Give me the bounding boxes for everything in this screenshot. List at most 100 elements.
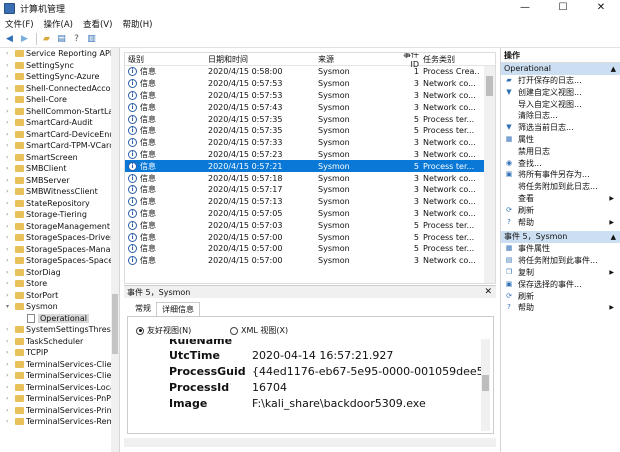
tree-item[interactable]: › StorageManagement	[0, 221, 119, 233]
action-item[interactable]: ▦ 事件属性	[501, 243, 620, 255]
show-hide-tree-icon[interactable]: ▤	[55, 33, 68, 46]
table-row[interactable]: i 信息 2020/4/15 0:57:00 Sysmon 5 Process ter..…	[125, 243, 495, 255]
table-row[interactable]: i 信息 2020/4/15 0:57:43 Sysmon 3 Network co...	[125, 101, 495, 113]
action-item[interactable]: 将任务附加到此日志...	[501, 181, 620, 193]
resize-grip-icon[interactable]	[609, 441, 620, 452]
action-item[interactable]: ▼ 筛选当前日志...	[501, 122, 620, 134]
expand-arrow-icon[interactable]: ›	[6, 221, 8, 233]
collapse-up-icon[interactable]: ▲	[611, 63, 616, 75]
table-row[interactable]: i 信息 2020/4/15 0:57:13 Sysmon 3 Network co...	[125, 196, 495, 208]
expand-arrow-icon[interactable]: ›	[6, 232, 8, 244]
action-item[interactable]: ◉ 查找...	[501, 158, 620, 170]
table-row[interactable]: i 信息 2020/4/15 0:57:53 Sysmon 3 Network co...	[125, 90, 495, 102]
radio-unselected-icon[interactable]	[230, 326, 238, 335]
collapse-up-icon[interactable]: ▲	[611, 231, 616, 243]
expand-arrow-icon[interactable]: ›	[6, 290, 8, 302]
expand-arrow-icon[interactable]: ›	[6, 186, 8, 198]
tree-item[interactable]: › StateRepository	[0, 198, 119, 210]
tree-item[interactable]: › SettingSync-Azure	[0, 71, 119, 83]
back-arrow-icon[interactable]: ◀	[3, 33, 16, 46]
tree-item[interactable]: › SmartScreen	[0, 152, 119, 164]
expand-arrow-icon[interactable]: ›	[6, 175, 8, 187]
tree-item[interactable]: › StorPort	[0, 290, 119, 302]
actions-section-event[interactable]: 事件 5，Sysmon ▲	[501, 231, 620, 244]
close-button[interactable]: ✕	[582, 0, 620, 16]
expand-arrow-icon[interactable]: ›	[6, 106, 8, 118]
tree-item[interactable]: › Service Reporting API	[0, 48, 119, 60]
tree-item[interactable]: › StorDiag	[0, 267, 119, 279]
table-row[interactable]: i 信息 2020/4/15 0:57:18 Sysmon 3 Network co...	[125, 172, 495, 184]
expand-arrow-icon[interactable]: ›	[6, 393, 8, 405]
tree-item-operational[interactable]: Operational	[0, 313, 119, 325]
action-item[interactable]: ? 帮助 ▶	[501, 217, 620, 229]
expand-arrow-icon[interactable]: ›	[6, 255, 8, 267]
expand-arrow-icon[interactable]: ›	[6, 129, 8, 141]
action-item[interactable]: ? 帮助 ▶	[501, 302, 620, 314]
tree-item[interactable]: › StorageSpaces-Driver	[0, 232, 119, 244]
tree-item[interactable]: › Storage-Tiering	[0, 209, 119, 221]
action-item[interactable]: ▣ 将所有事件另存为...	[501, 169, 620, 181]
table-row[interactable]: i 信息 2020/4/15 0:57:17 Sysmon 3 Network co...	[125, 184, 495, 196]
tree-item[interactable]: › SMBServer	[0, 175, 119, 187]
action-item[interactable]: ▰ 打开保存的日志...	[501, 75, 620, 87]
tree-item[interactable]: › TCPIP	[0, 347, 119, 359]
table-row[interactable]: i 信息 2020/4/15 0:57:33 Sysmon 3 Network co...	[125, 137, 495, 149]
action-item[interactable]: 导入自定义视图...	[501, 99, 620, 111]
column-datetime[interactable]: 日期和时间	[208, 54, 318, 65]
expand-arrow-icon[interactable]: ›	[6, 416, 8, 428]
tree-item[interactable]: › SystemSettingsThreshol	[0, 324, 119, 336]
expand-arrow-icon[interactable]: ›	[6, 359, 8, 371]
expand-arrow-icon[interactable]: ›	[6, 209, 8, 221]
action-item[interactable]: 查看 ▶	[501, 193, 620, 205]
table-row[interactable]: i 信息 2020/4/15 0:57:05 Sysmon 3 Network co...	[125, 208, 495, 220]
menu-help[interactable]: 帮助(H)	[117, 18, 157, 30]
tree-item[interactable]: › TerminalServices-Client	[0, 370, 119, 382]
tree-item[interactable]: › Shell-ConnectedAccour	[0, 83, 119, 95]
tree-item[interactable]: › ShellCommon-StartLayo	[0, 106, 119, 118]
close-icon[interactable]: ✕	[484, 286, 492, 299]
expand-arrow-icon[interactable]: ›	[6, 83, 8, 95]
expand-arrow-icon[interactable]: ›	[6, 140, 8, 152]
expand-arrow-icon[interactable]: ›	[6, 382, 8, 394]
tab-general[interactable]: 常规	[130, 302, 156, 316]
tree-item[interactable]: › Shell-Core	[0, 94, 119, 106]
expand-arrow-icon[interactable]: ›	[6, 244, 8, 256]
expand-arrow-icon[interactable]: ▾	[6, 301, 9, 313]
tree-item[interactable]: › SmartCard-TPM-VCard-	[0, 140, 119, 152]
expand-arrow-icon[interactable]: ›	[6, 94, 8, 106]
tab-details[interactable]: 详细信息	[156, 302, 200, 316]
tree-item[interactable]: › SMBWitnessClient	[0, 186, 119, 198]
tree-item[interactable]: › TerminalServices-Remo	[0, 416, 119, 428]
action-item[interactable]: ❐ 复制 ▶	[501, 267, 620, 279]
action-item[interactable]: 禁用日志	[501, 146, 620, 158]
expand-arrow-icon[interactable]: ›	[6, 198, 8, 210]
action-item[interactable]: 清除日志...	[501, 110, 620, 122]
table-row[interactable]: i 信息 2020/4/15 0:57:03 Sysmon 5 Process ter..…	[125, 219, 495, 231]
detail-scrollbar[interactable]	[481, 339, 490, 431]
action-item[interactable]: ⟳ 刷新	[501, 205, 620, 217]
maximize-button[interactable]: ☐	[544, 0, 582, 16]
expand-arrow-icon[interactable]: ›	[6, 370, 8, 382]
tree-item[interactable]: ▾ Sysmon	[0, 301, 119, 313]
expand-arrow-icon[interactable]: ›	[6, 405, 8, 417]
column-level[interactable]: 级别	[125, 54, 208, 65]
detail-horizontal-scrollbar[interactable]	[124, 438, 496, 447]
action-item[interactable]: ▼ 创建自定义视图...	[501, 87, 620, 99]
action-item[interactable]: ▣ 保存选择的事件...	[501, 279, 620, 291]
action-item[interactable]: ▤ 将任务附加到此事件...	[501, 255, 620, 267]
event-list-scrollbar[interactable]	[484, 66, 495, 283]
scrollbar-thumb[interactable]	[482, 375, 489, 391]
table-row[interactable]: i 信息 2020/4/15 0:57:35 Sysmon 5 Process ter..…	[125, 113, 495, 125]
expand-arrow-icon[interactable]: ›	[6, 71, 8, 83]
expand-arrow-icon[interactable]: ›	[6, 117, 8, 129]
expand-arrow-icon[interactable]: ›	[6, 152, 8, 164]
tree-item[interactable]: › SMBClient	[0, 163, 119, 175]
table-row[interactable]: i 信息 2020/4/15 0:57:23 Sysmon 3 Network co...	[125, 149, 495, 161]
radio-xml-view[interactable]: XML 视图(X)	[230, 325, 288, 336]
tree-item[interactable]: › SmartCard-DeviceEnum	[0, 129, 119, 141]
help-icon[interactable]: ?	[70, 33, 83, 46]
scrollbar-thumb[interactable]	[486, 76, 493, 96]
table-row[interactable]: i 信息 2020/4/15 0:57:21 Sysmon 5 Process ter..…	[125, 160, 495, 173]
tree-item[interactable]: › TaskScheduler	[0, 336, 119, 348]
radio-selected-icon[interactable]	[136, 326, 144, 335]
